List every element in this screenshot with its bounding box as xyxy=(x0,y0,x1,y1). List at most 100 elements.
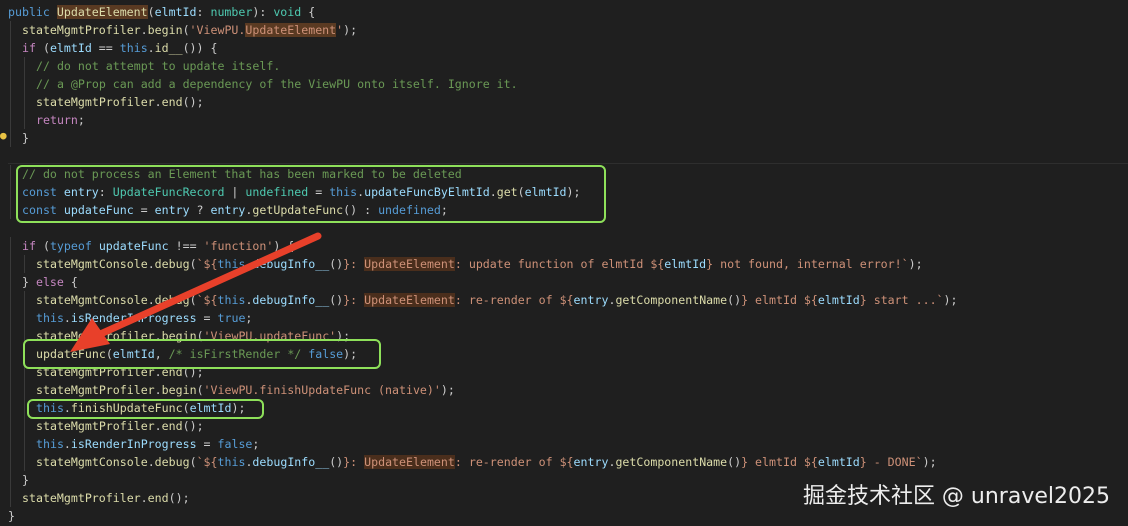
code-token: public xyxy=(8,5,57,19)
code-token: . xyxy=(63,437,71,451)
code-line[interactable]: return; xyxy=(0,111,1128,129)
code-text: this.isRenderInProgress = false; xyxy=(36,435,259,453)
indent-guide xyxy=(10,39,11,57)
indent-guide xyxy=(10,381,11,399)
code-token: } xyxy=(22,473,29,487)
code-line[interactable]: stateMgmtConsole.debug(`${this.debugInfo… xyxy=(0,453,1128,471)
code-text: if (elmtId == this.id__()) { xyxy=(22,39,217,57)
indent-guide xyxy=(24,57,25,75)
indent-guide xyxy=(10,363,11,381)
code-token: this xyxy=(217,257,246,271)
code-line[interactable]: // do not attempt to update itself. xyxy=(0,57,1128,75)
indent-guide xyxy=(10,93,11,111)
code-token: : update function of elmtId ${ xyxy=(454,257,665,271)
code-token: . xyxy=(147,41,155,55)
code-text: // do not attempt to update itself. xyxy=(36,57,280,75)
code-token: ; xyxy=(252,437,260,451)
indent-guide xyxy=(24,417,25,435)
code-line[interactable]: stateMgmtProfiler.begin('ViewPU.finishUp… xyxy=(0,381,1128,399)
indent-guide xyxy=(24,381,25,399)
code-line[interactable]: this.isRenderInProgress = false; xyxy=(0,435,1128,453)
code-line[interactable]: if (elmtId == this.id__()) { xyxy=(0,39,1128,57)
indent-guide xyxy=(10,471,11,489)
code-token: ); xyxy=(343,23,358,37)
code-text: } else { xyxy=(22,273,78,291)
code-line[interactable] xyxy=(0,147,1128,165)
code-line[interactable]: if (typeof updateFunc !== 'function') { xyxy=(0,237,1128,255)
code-text: } xyxy=(22,129,29,147)
code-token: } elmtId ${ xyxy=(741,293,818,307)
code-token: } xyxy=(8,509,15,523)
code-token: }: xyxy=(343,293,365,307)
code-token: . xyxy=(147,455,155,469)
code-token: } xyxy=(22,131,29,145)
code-token: end xyxy=(161,95,183,109)
code-token: end xyxy=(147,491,169,505)
code-editor[interactable]: public UpdateElement(elmtId: number): vo… xyxy=(0,0,1128,526)
code-token: begin xyxy=(161,383,197,397)
code-line[interactable]: stateMgmtConsole.debug(`${this.debugInfo… xyxy=(0,291,1128,309)
code-text: // a @Prop can add a dependency of the V… xyxy=(36,75,518,93)
code-token: updateFunc xyxy=(98,239,169,253)
code-token: ) { xyxy=(273,239,295,253)
code-token: () xyxy=(329,455,344,469)
code-token: debugInfo__ xyxy=(252,293,330,307)
code-line[interactable]: } xyxy=(0,129,1128,147)
code-token: number xyxy=(210,5,253,19)
code-text: stateMgmtProfiler.begin('ViewPU.UpdateEl… xyxy=(22,21,357,39)
highlight-box-update-func-call xyxy=(23,339,381,369)
code-text: this.isRenderInProgress = true; xyxy=(36,309,252,327)
code-token: ( xyxy=(189,455,197,469)
indent-guide xyxy=(10,75,11,93)
code-token: elmtId xyxy=(154,5,197,19)
code-token: 'ViewPU. xyxy=(189,23,246,37)
code-token: `${ xyxy=(196,293,218,307)
indent-guide xyxy=(24,453,25,471)
indent-guide xyxy=(10,489,11,507)
code-token: if xyxy=(22,239,36,253)
code-token: this xyxy=(36,311,64,325)
code-line[interactable]: stateMgmtProfiler.begin('ViewPU.UpdateEl… xyxy=(0,21,1128,39)
indent-guide xyxy=(10,435,11,453)
code-token: UpdateElement xyxy=(245,23,337,37)
code-token: getComponentName xyxy=(615,455,728,469)
code-line[interactable]: stateMgmtProfiler.end(); xyxy=(0,93,1128,111)
code-token: debug xyxy=(154,257,190,271)
lightbulb-icon[interactable]: ● xyxy=(0,130,8,141)
code-token: isRenderInProgress xyxy=(70,437,197,451)
code-token: begin xyxy=(147,23,183,37)
code-token: ; xyxy=(77,113,85,127)
code-text: stateMgmtProfiler.end(); xyxy=(36,417,204,435)
code-line[interactable]: this.isRenderInProgress = true; xyxy=(0,309,1128,327)
code-token: . xyxy=(154,419,162,433)
code-token: ( xyxy=(35,41,50,55)
code-token: 'function' xyxy=(203,239,274,253)
code-token: } start ...` xyxy=(859,293,944,307)
code-token: . xyxy=(63,311,71,325)
code-text: stateMgmtConsole.debug(`${this.debugInfo… xyxy=(36,291,958,309)
code-token: ( xyxy=(189,293,197,307)
code-line[interactable]: stateMgmtConsole.debug(`${this.debugInfo… xyxy=(0,255,1128,273)
code-token: = xyxy=(196,311,218,325)
code-token: ); xyxy=(440,383,455,397)
code-token: !== xyxy=(168,239,204,253)
indent-guide xyxy=(24,111,25,129)
code-token: UpdateElement xyxy=(364,293,455,307)
code-token: elmtId xyxy=(664,257,707,271)
code-line[interactable]: stateMgmtProfiler.end(); xyxy=(0,417,1128,435)
code-line[interactable]: public UpdateElement(elmtId: number): vo… xyxy=(0,3,1128,21)
code-token: UpdateElement xyxy=(364,257,455,271)
code-text: stateMgmtProfiler.begin('ViewPU.finishUp… xyxy=(36,381,455,399)
indent-guide xyxy=(10,291,11,309)
indent-guide xyxy=(10,165,11,183)
code-line[interactable]: } else { xyxy=(0,273,1128,291)
code-text: public UpdateElement(elmtId: number): vo… xyxy=(8,3,315,21)
indent-guide xyxy=(24,93,25,111)
code-line[interactable]: // a @Prop can add a dependency of the V… xyxy=(0,75,1128,93)
code-token: stateMgmtProfiler xyxy=(22,23,141,37)
indent-guide xyxy=(10,327,11,345)
code-token: : re-render of ${ xyxy=(454,455,574,469)
code-token: } elmtId ${ xyxy=(741,455,818,469)
indent-guide xyxy=(24,291,25,309)
code-token: void xyxy=(273,5,302,19)
